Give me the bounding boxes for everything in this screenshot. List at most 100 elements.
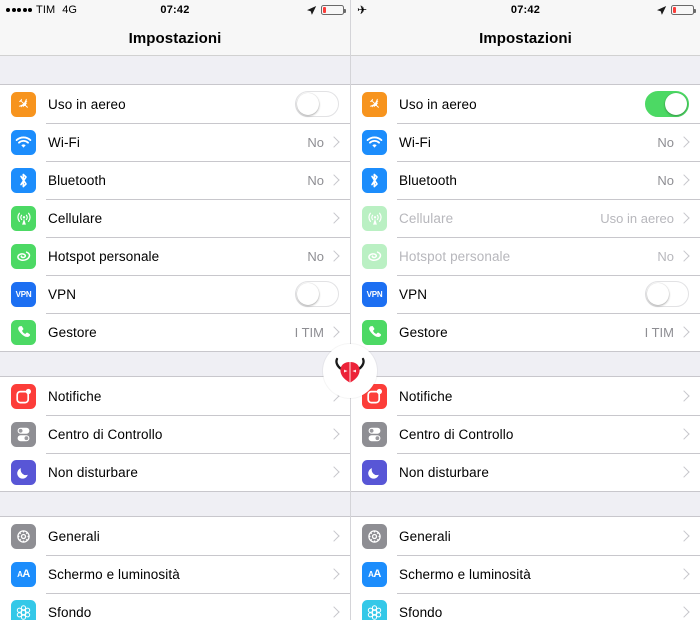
carrier-label: TIM bbox=[36, 4, 56, 16]
toggle-switch[interactable] bbox=[295, 281, 339, 307]
phone-screen-right: ✈ 07:42 Impostazioni ✈ Uso in aereo Wi-Fi No Bl… bbox=[350, 0, 700, 620]
chevron-right-icon[interactable] bbox=[678, 568, 690, 580]
status-airplane-icon: ✈ bbox=[357, 3, 368, 17]
chevron-right-icon[interactable] bbox=[678, 428, 690, 440]
chevron-right-icon[interactable] bbox=[328, 136, 340, 148]
settings-row[interactable]: Wi-Fi No bbox=[0, 123, 350, 161]
settings-row[interactable]: Non disturbare bbox=[351, 453, 700, 491]
settings-row[interactable]: Notifiche bbox=[351, 377, 700, 415]
phone-icon bbox=[11, 319, 36, 345]
chevron-right-icon[interactable] bbox=[328, 212, 340, 224]
chevron-right-icon[interactable] bbox=[328, 530, 340, 542]
settings-row[interactable]: AA Schermo e luminosità bbox=[0, 555, 350, 593]
chevron-right-icon[interactable] bbox=[678, 174, 690, 186]
row-label: Wi-Fi bbox=[399, 134, 431, 150]
chevron-right-icon[interactable] bbox=[678, 250, 690, 262]
toggle-switch[interactable] bbox=[645, 281, 689, 307]
row-value: No bbox=[657, 248, 674, 264]
chevron-right-icon[interactable] bbox=[678, 530, 690, 542]
toggle-switch[interactable] bbox=[295, 91, 339, 117]
chevron-right-icon[interactable] bbox=[328, 428, 340, 440]
settings-row[interactable]: ✈ Uso in aereo bbox=[351, 85, 700, 123]
row-label: Gestore bbox=[399, 324, 448, 340]
row-label: Cellulare bbox=[48, 210, 103, 226]
wifi-icon bbox=[362, 129, 387, 155]
settings-row[interactable]: Cellulare Uso in aereo bbox=[351, 199, 700, 237]
airplane-icon: ✈ bbox=[11, 91, 36, 117]
chevron-right-icon[interactable] bbox=[328, 174, 340, 186]
brightness-aa-icon: AA bbox=[362, 561, 387, 587]
settings-row[interactable]: Hotspot personale No bbox=[0, 237, 350, 275]
settings-row[interactable]: Gestore I TIM bbox=[0, 313, 350, 351]
settings-group: Notifiche Centro di Controllo Non disturba… bbox=[351, 376, 700, 492]
brightness-aa-icon: AA bbox=[11, 561, 36, 587]
toggle-switch[interactable] bbox=[645, 91, 689, 117]
chevron-right-icon[interactable] bbox=[678, 606, 690, 618]
chevron-right-icon[interactable] bbox=[328, 250, 340, 262]
row-label: VPN bbox=[48, 286, 77, 302]
phone-icon bbox=[362, 319, 387, 345]
row-label: Centro di Controllo bbox=[399, 426, 514, 442]
chevron-right-icon[interactable] bbox=[678, 136, 690, 148]
toggle-knob bbox=[665, 93, 687, 115]
settings-row[interactable]: Bluetooth No bbox=[351, 161, 700, 199]
wallpaper-icon bbox=[362, 599, 387, 620]
status-bar: TIM 4G 07:42 bbox=[0, 0, 350, 20]
settings-row[interactable]: Wi-Fi No bbox=[351, 123, 700, 161]
settings-row[interactable]: Bluetooth No bbox=[0, 161, 350, 199]
chevron-right-icon[interactable] bbox=[328, 326, 340, 338]
settings-row[interactable]: Centro di Controllo bbox=[0, 415, 350, 453]
settings-row[interactable]: VPN VPN bbox=[351, 275, 700, 313]
chevron-right-icon[interactable] bbox=[678, 466, 690, 478]
network-type-label: 4G bbox=[62, 4, 77, 16]
row-value: No bbox=[307, 248, 324, 264]
row-value: Uso in aereo bbox=[600, 210, 674, 226]
chevron-right-icon[interactable] bbox=[328, 568, 340, 580]
chevron-right-icon[interactable] bbox=[328, 466, 340, 478]
nav-bar: Impostazioni bbox=[351, 20, 700, 56]
settings-row[interactable]: Notifiche bbox=[0, 377, 350, 415]
settings-row[interactable]: Gestore I TIM bbox=[351, 313, 700, 351]
settings-row[interactable]: Non disturbare bbox=[0, 453, 350, 491]
row-label: Sfondo bbox=[399, 604, 443, 620]
settings-group: Generali AA Schermo e luminosità Sfondo bbox=[0, 516, 350, 620]
settings-row[interactable]: Hotspot personale No bbox=[351, 237, 700, 275]
settings-row[interactable]: Sfondo bbox=[0, 593, 350, 620]
toggle-knob bbox=[297, 93, 319, 115]
moon-icon bbox=[11, 459, 36, 485]
status-left: TIM 4G bbox=[6, 4, 77, 16]
row-label: Uso in aereo bbox=[399, 96, 477, 112]
settings-group: Generali AA Schermo e luminosità Sfondo bbox=[351, 516, 700, 620]
section-gap bbox=[0, 492, 350, 516]
settings-row[interactable]: Centro di Controllo bbox=[351, 415, 700, 453]
chevron-right-icon[interactable] bbox=[328, 606, 340, 618]
status-left: ✈ bbox=[357, 4, 367, 16]
settings-row[interactable]: Sfondo bbox=[351, 593, 700, 620]
vpn-icon: VPN bbox=[362, 281, 387, 307]
bluetooth-icon bbox=[11, 167, 36, 193]
row-label: Uso in aereo bbox=[48, 96, 126, 112]
settings-row[interactable]: Cellulare bbox=[0, 199, 350, 237]
page-title: Impostazioni bbox=[479, 29, 572, 47]
settings-list[interactable]: ✈ Uso in aereo Wi-Fi No Bluetooth No Cellulare… bbox=[351, 56, 700, 620]
settings-row[interactable]: AA Schermo e luminosità bbox=[351, 555, 700, 593]
row-value: I TIM bbox=[644, 324, 674, 340]
chevron-right-icon[interactable] bbox=[678, 326, 690, 338]
battery-low-icon bbox=[671, 5, 696, 15]
section-gap bbox=[0, 352, 350, 376]
settings-row[interactable]: Generali bbox=[0, 517, 350, 555]
hotspot-icon bbox=[362, 243, 387, 269]
devil-badge bbox=[323, 344, 377, 398]
settings-row[interactable]: VPN VPN bbox=[0, 275, 350, 313]
chevron-right-icon[interactable] bbox=[678, 212, 690, 224]
settings-list[interactable]: ✈ Uso in aereo Wi-Fi No Bluetooth No Cellulare… bbox=[0, 56, 350, 620]
section-gap bbox=[351, 492, 700, 516]
row-label: Hotspot personale bbox=[399, 248, 511, 264]
battery-low-icon bbox=[321, 5, 346, 15]
chevron-right-icon[interactable] bbox=[678, 390, 690, 402]
row-value: No bbox=[307, 172, 324, 188]
row-label: Wi-Fi bbox=[48, 134, 80, 150]
row-label: Bluetooth bbox=[399, 172, 457, 188]
settings-row[interactable]: Generali bbox=[351, 517, 700, 555]
settings-row[interactable]: ✈ Uso in aereo bbox=[0, 85, 350, 123]
